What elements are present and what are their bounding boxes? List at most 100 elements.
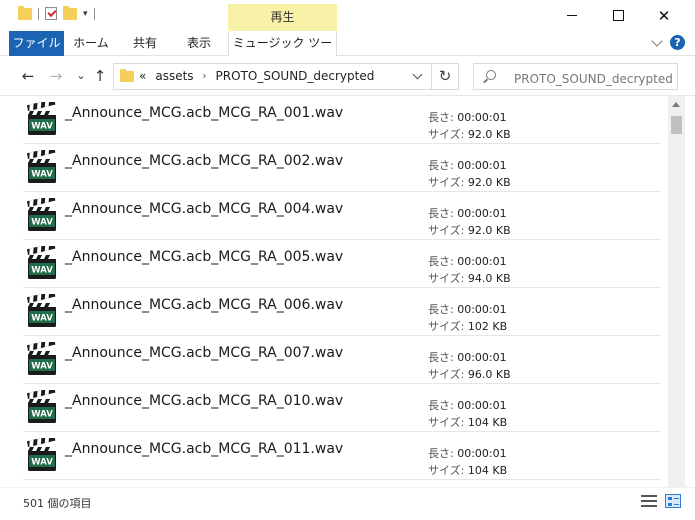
- address-bar[interactable]: « assets › PROTO_SOUND_decrypted: [113, 63, 432, 90]
- tiles-view-button[interactable]: [665, 494, 681, 508]
- file-list-item[interactable]: WAV _Announce_MCG.acb_MCG_RA_010.wav 長さ:…: [23, 384, 661, 432]
- wav-file-icon: WAV: [26, 98, 58, 136]
- file-name[interactable]: _Announce_MCG.acb_MCG_RA_010.wav: [65, 393, 343, 409]
- address-dropdown-chevron-icon[interactable]: [412, 69, 423, 80]
- tab-music-tools[interactable]: ミュージック ツール: [228, 31, 337, 74]
- breadcrumb-item-proto-sound-decrypted[interactable]: PROTO_SOUND_decrypted: [216, 69, 375, 83]
- close-button[interactable]: ✕: [641, 0, 687, 31]
- file-name[interactable]: _Announce_MCG.acb_MCG_RA_007.wav: [65, 345, 343, 361]
- file-size-label: サイズ:: [428, 176, 465, 189]
- wav-file-icon: WAV: [26, 434, 58, 472]
- file-length-value: 00:00:01: [457, 351, 507, 364]
- customize-toolbar-dropdown-icon[interactable]: ▾: [83, 9, 88, 19]
- up-button[interactable]: ↑: [90, 66, 110, 86]
- file-name[interactable]: _Announce_MCG.acb_MCG_RA_004.wav: [65, 201, 343, 217]
- item-count: 501 個の項目: [23, 497, 92, 510]
- file-length-value: 00:00:01: [457, 255, 507, 268]
- tab-view[interactable]: 表示: [176, 31, 222, 56]
- file-list-item[interactable]: WAV _Announce_MCG.acb_MCG_RA_007.wav 長さ:…: [23, 336, 661, 384]
- details-view-button[interactable]: [641, 494, 657, 508]
- file-size-value: 92.0 KB: [467, 224, 511, 237]
- file-name[interactable]: _Announce_MCG.acb_MCG_RA_006.wav: [65, 297, 343, 313]
- file-size-value: 102 KB: [467, 320, 508, 333]
- search-icon: [486, 70, 496, 80]
- file-length: 長さ: 00:00:01: [428, 397, 507, 413]
- toolbar-divider: [38, 7, 39, 20]
- refresh-button[interactable]: ↻: [432, 63, 459, 90]
- svg-text:WAV: WAV: [31, 458, 53, 468]
- recent-locations-dropdown[interactable]: ⌄: [71, 66, 91, 86]
- file-length-label: 長さ:: [428, 447, 454, 460]
- file-length: 長さ: 00:00:01: [428, 445, 507, 461]
- tab-share[interactable]: 共有: [122, 31, 168, 56]
- file-length: 長さ: 00:00:01: [428, 253, 507, 269]
- navigation-bar: ← → ⌄ ↑ « assets › PROTO_SOUND_decrypted…: [0, 57, 695, 95]
- folder-icon[interactable]: [18, 5, 32, 20]
- file-list-item[interactable]: WAV _Announce_MCG.acb_MCG_RA_005.wav 長さ:…: [23, 240, 661, 288]
- context-tab-header-play[interactable]: 再生: [228, 4, 337, 31]
- file-name[interactable]: _Announce_MCG.acb_MCG_RA_001.wav: [65, 105, 343, 121]
- file-list-item[interactable]: WAV _Announce_MCG.acb_MCG_RA_011.wav 長さ:…: [23, 432, 661, 480]
- file-size-value: 96.0 KB: [467, 368, 511, 381]
- file-size-label: サイズ:: [428, 272, 465, 285]
- file-name[interactable]: _Announce_MCG.acb_MCG_RA_002.wav: [65, 153, 343, 169]
- file-length-label: 長さ:: [428, 351, 454, 364]
- breadcrumb-separator-icon[interactable]: ›: [203, 71, 207, 82]
- scrollbar-thumb[interactable]: [671, 116, 682, 134]
- file-length: 長さ: 00:00:01: [428, 205, 507, 221]
- file-length-label: 長さ:: [428, 159, 454, 172]
- breadcrumb-overflow[interactable]: «: [139, 69, 146, 83]
- svg-text:WAV: WAV: [31, 218, 53, 228]
- help-icon[interactable]: ?: [670, 35, 685, 50]
- file-length-label: 長さ:: [428, 399, 454, 412]
- ribbon-tabs: ファイル ホーム 共有 表示 ミュージック ツール ?: [0, 31, 695, 74]
- properties-icon[interactable]: [45, 7, 57, 20]
- file-length-label: 長さ:: [428, 303, 454, 316]
- new-folder-icon[interactable]: [63, 5, 77, 20]
- file-list-item[interactable]: WAV _Announce_MCG.acb_MCG_RA_006.wav 長さ:…: [23, 288, 661, 336]
- wav-file-icon: WAV: [26, 386, 58, 424]
- search-input[interactable]: PROTO_SOUND_decryptedの...: [514, 70, 674, 87]
- file-list: WAV _Announce_MCG.acb_MCG_RA_001.wav 長さ:…: [0, 96, 668, 488]
- minimize-button[interactable]: [549, 0, 595, 31]
- file-size-label: サイズ:: [428, 224, 465, 237]
- svg-text:WAV: WAV: [31, 266, 53, 276]
- file-length-value: 00:00:01: [457, 207, 507, 220]
- file-length: 長さ: 00:00:01: [428, 157, 507, 173]
- tab-file[interactable]: ファイル: [9, 31, 64, 56]
- scroll-up-arrow-icon[interactable]: [672, 102, 680, 107]
- file-length-value: 00:00:01: [457, 399, 507, 412]
- file-size: サイズ: 104 KB: [428, 414, 507, 430]
- vertical-scrollbar[interactable]: [668, 96, 685, 488]
- expand-ribbon-chevron-icon[interactable]: [651, 35, 663, 47]
- tab-home[interactable]: ホーム: [68, 31, 114, 56]
- breadcrumb-item-assets[interactable]: assets: [155, 69, 193, 83]
- svg-text:WAV: WAV: [31, 170, 53, 180]
- wav-file-icon: WAV: [26, 338, 58, 376]
- file-size-value: 92.0 KB: [467, 176, 511, 189]
- file-name[interactable]: _Announce_MCG.acb_MCG_RA_011.wav: [65, 441, 343, 457]
- file-size-label: サイズ:: [428, 416, 465, 429]
- file-length-value: 00:00:01: [457, 303, 507, 316]
- file-length: 長さ: 00:00:01: [428, 109, 507, 125]
- maximize-button[interactable]: [595, 0, 641, 31]
- search-box[interactable]: PROTO_SOUND_decryptedの...: [473, 63, 678, 90]
- svg-text:WAV: WAV: [31, 410, 53, 420]
- folder-icon: [120, 69, 134, 82]
- file-name[interactable]: _Announce_MCG.acb_MCG_RA_005.wav: [65, 249, 343, 265]
- file-list-item[interactable]: WAV _Announce_MCG.acb_MCG_RA_002.wav 長さ:…: [23, 144, 661, 192]
- forward-button[interactable]: →: [46, 66, 66, 86]
- file-length-label: 長さ:: [428, 255, 454, 268]
- file-length-value: 00:00:01: [457, 447, 507, 460]
- file-length: 長さ: 00:00:01: [428, 349, 507, 365]
- file-list-item[interactable]: WAV _Announce_MCG.acb_MCG_RA_004.wav 長さ:…: [23, 192, 661, 240]
- wav-file-icon: WAV: [26, 242, 58, 280]
- file-size-value: 92.0 KB: [467, 128, 511, 141]
- file-size-label: サイズ:: [428, 464, 465, 477]
- file-size: サイズ: 92.0 KB: [428, 126, 511, 142]
- breadcrumb: « assets › PROTO_SOUND_decrypted: [139, 69, 374, 83]
- file-length-label: 長さ:: [428, 111, 454, 124]
- file-list-item[interactable]: WAV _Announce_MCG.acb_MCG_RA_001.wav 長さ:…: [23, 96, 661, 144]
- file-list-pane: WAV _Announce_MCG.acb_MCG_RA_001.wav 長さ:…: [0, 95, 695, 488]
- back-button[interactable]: ←: [18, 66, 38, 86]
